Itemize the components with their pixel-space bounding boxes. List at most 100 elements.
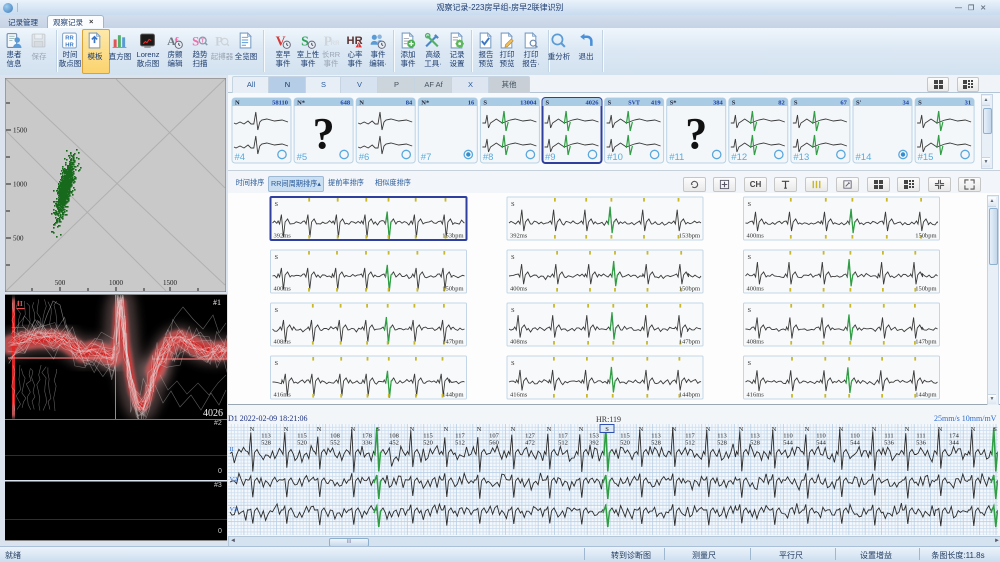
svg-text:174: 174 [949,433,960,440]
svg-text:147bpm: 147bpm [442,339,463,346]
svg-text:#10: #10 [607,152,623,163]
svg-text:N: N [579,426,584,433]
svg-text:108: 108 [389,433,399,440]
svg-text:!: ! [358,43,359,49]
svg-text:113: 113 [261,433,271,440]
svg-text:N: N [511,426,516,433]
svg-text:N*: N* [421,100,429,107]
svg-text:?: ? [313,109,335,158]
svg-text:400ms: 400ms [747,233,765,240]
svg-text:111: 111 [884,433,893,440]
svg-text:1000: 1000 [109,279,124,287]
svg-text:S: S [376,426,380,433]
svg-text:512: 512 [455,440,465,447]
svg-text:150bpm: 150bpm [442,286,463,293]
svg-text:408ms: 408ms [510,339,528,346]
svg-text:S: S [993,426,997,433]
svg-text:392: 392 [589,440,599,447]
svg-text:S: S [748,360,752,367]
svg-text:500: 500 [55,279,66,287]
svg-text:S: S [794,100,798,107]
svg-text:392ms: 392ms [510,233,528,240]
svg-text:472: 472 [525,440,535,447]
svg-text:512: 512 [558,440,568,447]
svg-text:S: S [748,201,752,208]
svg-text:?: ? [685,109,707,158]
svg-text:N: N [235,100,240,107]
svg-text:4026: 4026 [586,100,600,107]
svg-text:T: T [201,39,205,45]
svg-text:113: 113 [651,433,661,440]
svg-text:147bpm: 147bpm [915,339,936,346]
svg-text:II: II [17,299,23,308]
svg-text:153bpm: 153bpm [442,233,463,240]
svg-text:1500: 1500 [163,279,178,287]
svg-text:S: S [748,307,752,314]
svg-text:N: N [938,426,943,433]
svg-text:N: N [317,426,322,433]
svg-text:S: S [275,201,279,208]
svg-text:115: 115 [423,433,433,440]
svg-text:13004: 13004 [520,100,537,107]
svg-text:V3: V3 [230,506,238,513]
svg-text:560: 560 [489,440,499,447]
svg-text:#9: #9 [545,152,556,163]
svg-text:384: 384 [713,100,724,107]
svg-text:N: N [250,426,255,433]
svg-text:N: N [351,426,356,433]
svg-text:400ms: 400ms [510,286,528,293]
svg-text:144bpm: 144bpm [442,392,463,399]
svg-text:544: 544 [783,440,794,447]
svg-text:S*: S* [670,100,677,107]
svg-text:S: S [748,254,752,261]
svg-text:#14: #14 [856,152,872,163]
svg-text:528: 528 [750,440,760,447]
svg-text:528: 528 [261,440,271,447]
svg-text:107: 107 [489,433,500,440]
svg-text:N: N [772,426,777,433]
svg-text:S: S [511,254,515,261]
svg-text:N: N [284,426,289,433]
svg-text:82: 82 [778,100,785,107]
svg-text:S: S [275,307,279,314]
svg-text:153: 153 [589,433,599,440]
svg-text:1000: 1000 [13,181,28,189]
svg-text:S: S [483,100,487,107]
svg-text:N: N [477,426,482,433]
svg-text:34: 34 [903,100,910,107]
svg-text:150bpm: 150bpm [915,233,936,240]
svg-text:RR: RR [331,40,340,47]
svg-text:#7: #7 [421,152,432,163]
svg-text:84: 84 [406,100,413,107]
svg-text:110: 110 [783,433,793,440]
svg-text:#13: #13 [793,152,809,163]
svg-text:N: N [359,100,364,107]
svg-text:16: 16 [468,100,475,107]
svg-text:392ms: 392ms [274,233,292,240]
svg-text:N: N [706,426,711,433]
svg-text:1500: 1500 [13,127,28,135]
svg-text:536: 536 [884,440,895,447]
svg-text:#15: #15 [918,152,934,163]
svg-text:115: 115 [297,433,307,440]
svg-text:117: 117 [685,433,695,440]
svg-text:117: 117 [558,433,568,440]
svg-text:400ms: 400ms [747,286,765,293]
svg-text:144bpm: 144bpm [679,392,700,399]
svg-text:N*: N* [297,100,305,107]
svg-text:416ms: 416ms [510,392,528,399]
svg-text:110: 110 [850,433,860,440]
svg-text:S: S [511,360,515,367]
svg-text:#6: #6 [359,152,370,163]
svg-text:344: 344 [949,440,960,447]
svg-text:S: S [511,307,515,314]
svg-text:416ms: 416ms [747,392,765,399]
svg-text:552: 552 [330,440,340,447]
svg-text:N: N [739,426,744,433]
svg-text:HR: HR [65,42,74,48]
svg-text:#1: #1 [213,298,221,307]
svg-text:153bpm: 153bpm [679,233,700,240]
svg-text:II: II [230,446,234,453]
svg-text:115: 115 [620,433,630,440]
svg-text:408ms: 408ms [747,339,765,346]
